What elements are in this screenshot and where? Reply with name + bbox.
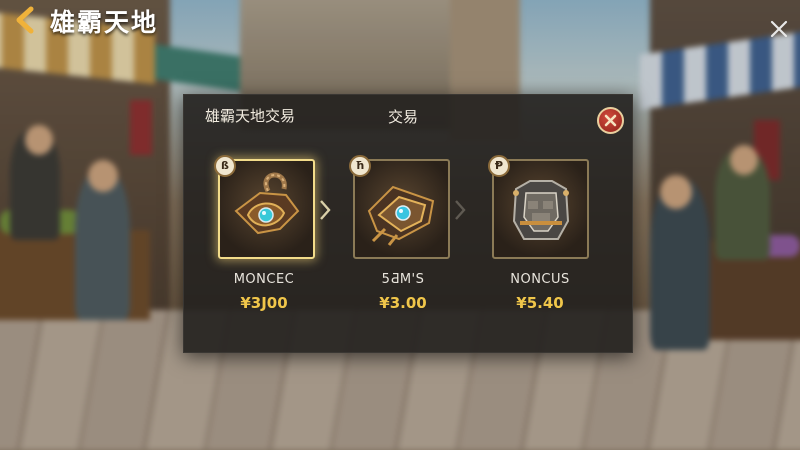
armor-icon bbox=[502, 171, 579, 249]
item-price: ¥5.40 bbox=[516, 294, 564, 312]
tab-trade[interactable]: 交易 bbox=[388, 106, 418, 127]
item-badge: Ᵽ bbox=[488, 155, 510, 177]
dialog-close-button[interactable] bbox=[597, 107, 624, 134]
gauntlet-icon bbox=[363, 171, 440, 249]
trade-item-3[interactable]: Ᵽ bbox=[488, 155, 589, 259]
item-price: ¥3J00 bbox=[240, 294, 288, 312]
back-arrow-icon[interactable] bbox=[12, 6, 38, 34]
item-name: MONCEC bbox=[233, 272, 295, 287]
dialog-header: 雄霸天地交易 交易 bbox=[184, 95, 632, 135]
amulet-icon bbox=[228, 171, 305, 249]
item-badge: ß bbox=[214, 155, 236, 177]
chevron-right-icon bbox=[453, 198, 467, 222]
close-x-icon bbox=[604, 114, 617, 127]
close-icon[interactable] bbox=[768, 18, 790, 40]
item-name: 5ƋM'S bbox=[381, 272, 425, 287]
item-price: ¥3.00 bbox=[379, 294, 427, 312]
item-badge: ħ bbox=[349, 155, 371, 177]
page-title: 雄霸天地 bbox=[50, 8, 159, 37]
dialog-title: 雄霸天地交易 bbox=[205, 107, 296, 125]
trade-item-1[interactable]: ß bbox=[214, 155, 315, 259]
item-name: NONCUS bbox=[510, 272, 570, 287]
trade-item-2[interactable]: ħ bbox=[349, 155, 450, 259]
chevron-right-icon bbox=[318, 198, 332, 222]
